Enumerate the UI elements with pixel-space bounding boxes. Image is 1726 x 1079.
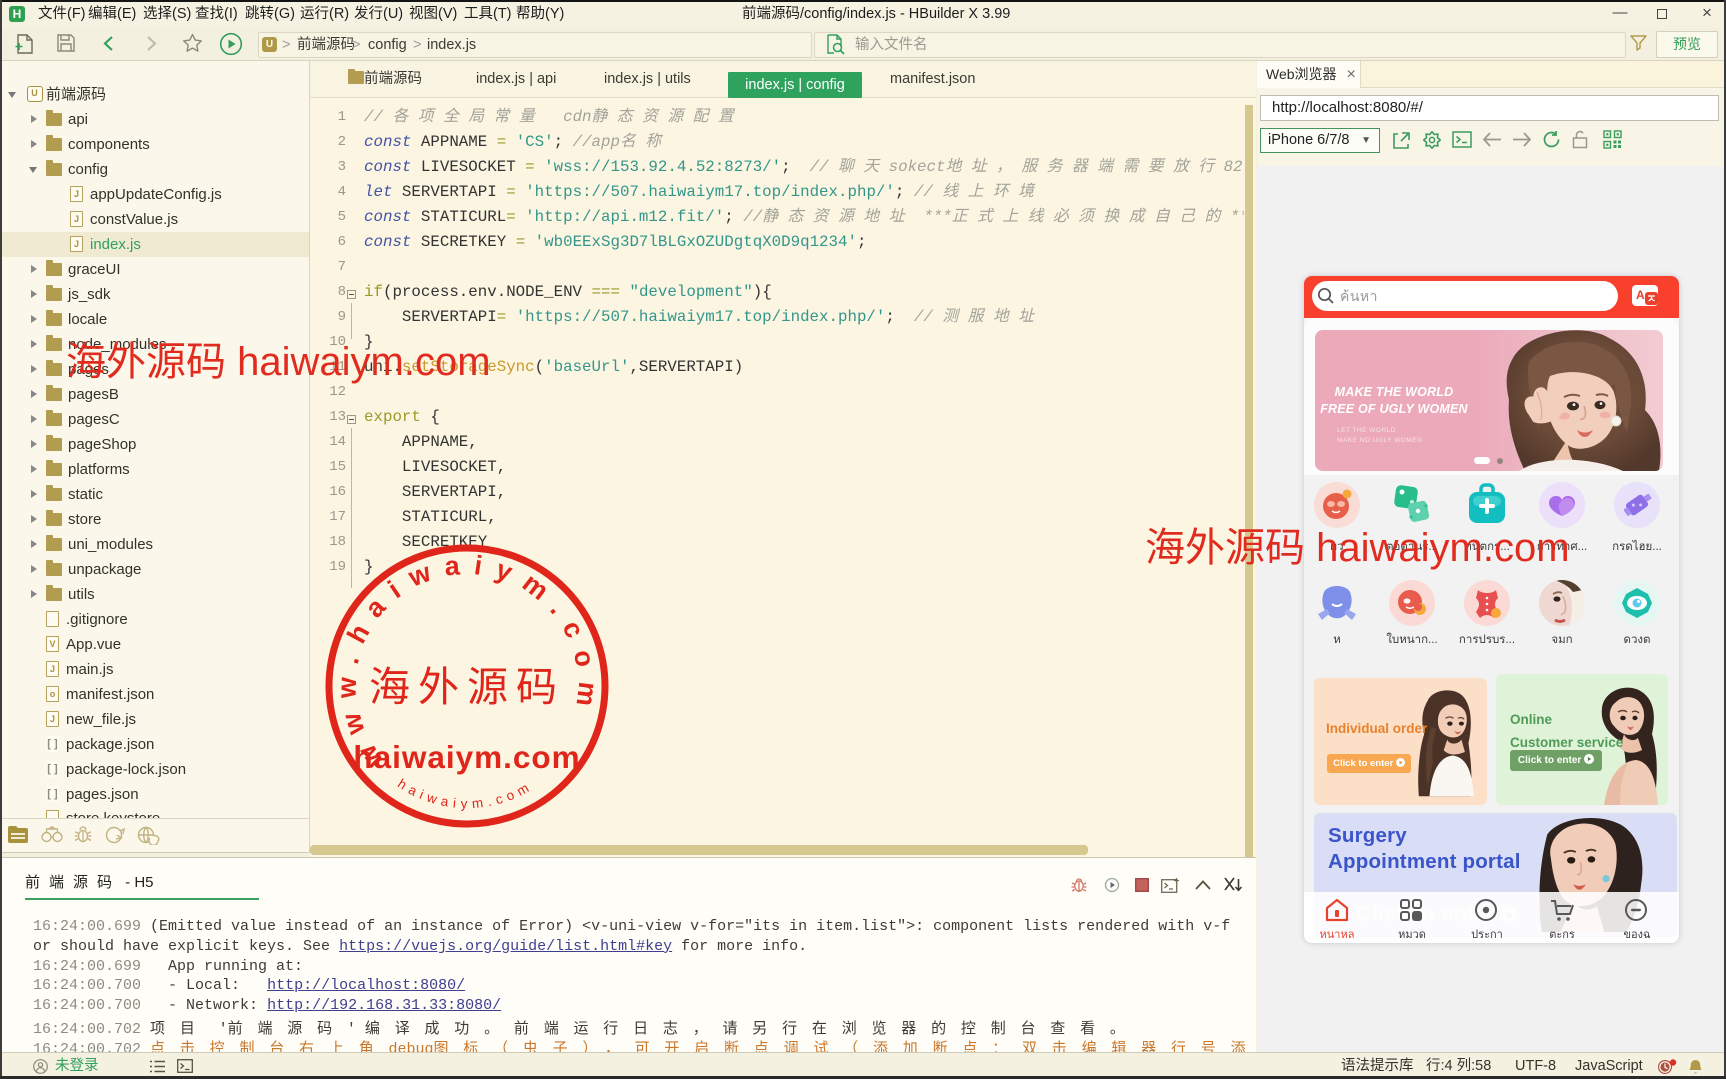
svg-text:haiwaiym.com: haiwaiym.com bbox=[395, 776, 535, 811]
svg-text:haiwaiym.com: haiwaiym.com bbox=[353, 739, 580, 775]
svg-text:A: A bbox=[1636, 288, 1645, 302]
svg-text:海外源码: 海外源码 bbox=[369, 664, 565, 710]
